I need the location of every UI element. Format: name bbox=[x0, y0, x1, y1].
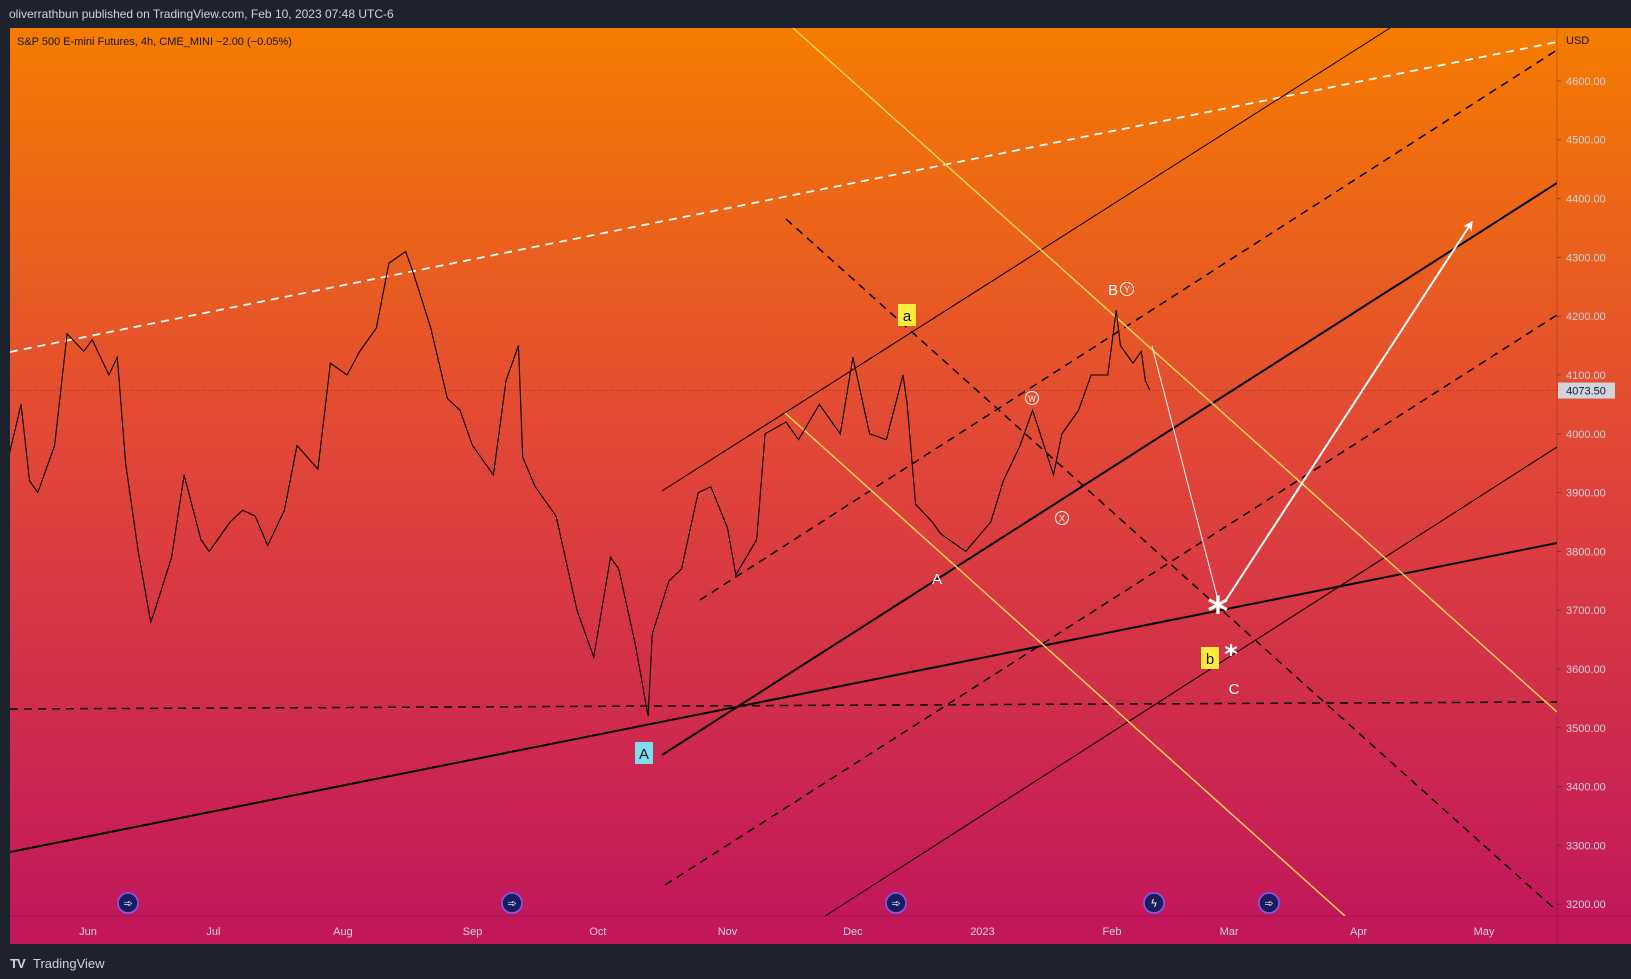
label-b: b bbox=[1206, 651, 1214, 668]
y-tick-label: 4200.00 bbox=[1566, 311, 1606, 323]
y-tick-label: 3300.00 bbox=[1566, 840, 1606, 852]
price-chart[interactable]: 4073.50 S&P 500 E-mini Futures, 4h, CME_… bbox=[0, 0, 1631, 979]
x-tick-label: Mar bbox=[1220, 926, 1239, 938]
svg-text:➾: ➾ bbox=[123, 897, 132, 910]
y-tick-label: 4100.00 bbox=[1566, 370, 1606, 382]
dividend-icon[interactable]: ➾ bbox=[117, 892, 139, 914]
x-tick-label: Feb bbox=[1103, 926, 1122, 938]
y-tick-label: 3800.00 bbox=[1566, 546, 1606, 558]
chart-legend[interactable]: S&P 500 E-mini Futures, 4h, CME_MINI −2.… bbox=[17, 36, 292, 48]
x-tick-label: Sep bbox=[463, 926, 483, 938]
time-axis-panel[interactable] bbox=[10, 916, 1631, 944]
tradingview-logo-icon[interactable]: TV bbox=[10, 948, 26, 979]
svg-text:ϟ: ϟ bbox=[1150, 897, 1157, 910]
label-A-small: A bbox=[932, 571, 942, 588]
dividend-icon[interactable]: ➾ bbox=[1258, 892, 1280, 914]
y-tick-label: 4600.00 bbox=[1566, 76, 1606, 88]
star-small: * bbox=[1224, 640, 1238, 670]
dividend-icon[interactable]: ➾ bbox=[501, 892, 523, 914]
x-tick-label: Apr bbox=[1350, 926, 1367, 938]
label-C: C bbox=[1229, 681, 1240, 698]
x-tick-label: Aug bbox=[333, 926, 353, 938]
last-price-label: 4073.50 bbox=[1566, 386, 1606, 398]
label-Y: Y bbox=[1124, 285, 1130, 295]
earnings-lightning-icon[interactable]: ϟ bbox=[1143, 892, 1165, 914]
label-B: B bbox=[1108, 282, 1118, 299]
label-X: X bbox=[1059, 514, 1065, 524]
y-tick-label: 3900.00 bbox=[1566, 488, 1606, 500]
y-tick-label: 4500.00 bbox=[1566, 135, 1606, 147]
publisher-header: oliverrathbun published on TradingView.c… bbox=[9, 7, 394, 21]
currency-label: USD bbox=[1566, 35, 1589, 47]
y-tick-label: 3600.00 bbox=[1566, 664, 1606, 676]
y-tick-label: 4300.00 bbox=[1566, 252, 1606, 264]
y-tick-label: 3500.00 bbox=[1566, 723, 1606, 735]
footer-bar: TV TradingView bbox=[0, 948, 1631, 979]
x-tick-label: Jun bbox=[79, 926, 97, 938]
x-tick-label: Oct bbox=[589, 926, 606, 938]
y-tick-label: 3700.00 bbox=[1566, 605, 1606, 617]
x-tick-label: 2023 bbox=[970, 926, 994, 938]
y-tick-label: 4400.00 bbox=[1566, 194, 1606, 206]
svg-text:➾: ➾ bbox=[507, 897, 516, 910]
y-tick-label: 3200.00 bbox=[1566, 899, 1606, 911]
svg-text:➾: ➾ bbox=[891, 897, 900, 910]
label-W: W bbox=[1028, 395, 1036, 404]
x-tick-label: Jul bbox=[206, 926, 220, 938]
x-tick-label: Nov bbox=[718, 926, 738, 938]
label-a: a bbox=[903, 308, 912, 325]
x-tick-label: May bbox=[1474, 926, 1495, 938]
star-large: * bbox=[1208, 589, 1229, 635]
plot-area[interactable] bbox=[10, 28, 1557, 916]
y-tick-label: 4000.00 bbox=[1566, 429, 1606, 441]
tradingview-brand[interactable]: TradingView bbox=[33, 948, 105, 979]
svg-text:➾: ➾ bbox=[1264, 897, 1273, 910]
label-A: A bbox=[639, 746, 649, 763]
y-tick-label: 3400.00 bbox=[1566, 782, 1606, 794]
x-tick-label: Dec bbox=[843, 926, 863, 938]
dividend-icon[interactable]: ➾ bbox=[885, 892, 907, 914]
